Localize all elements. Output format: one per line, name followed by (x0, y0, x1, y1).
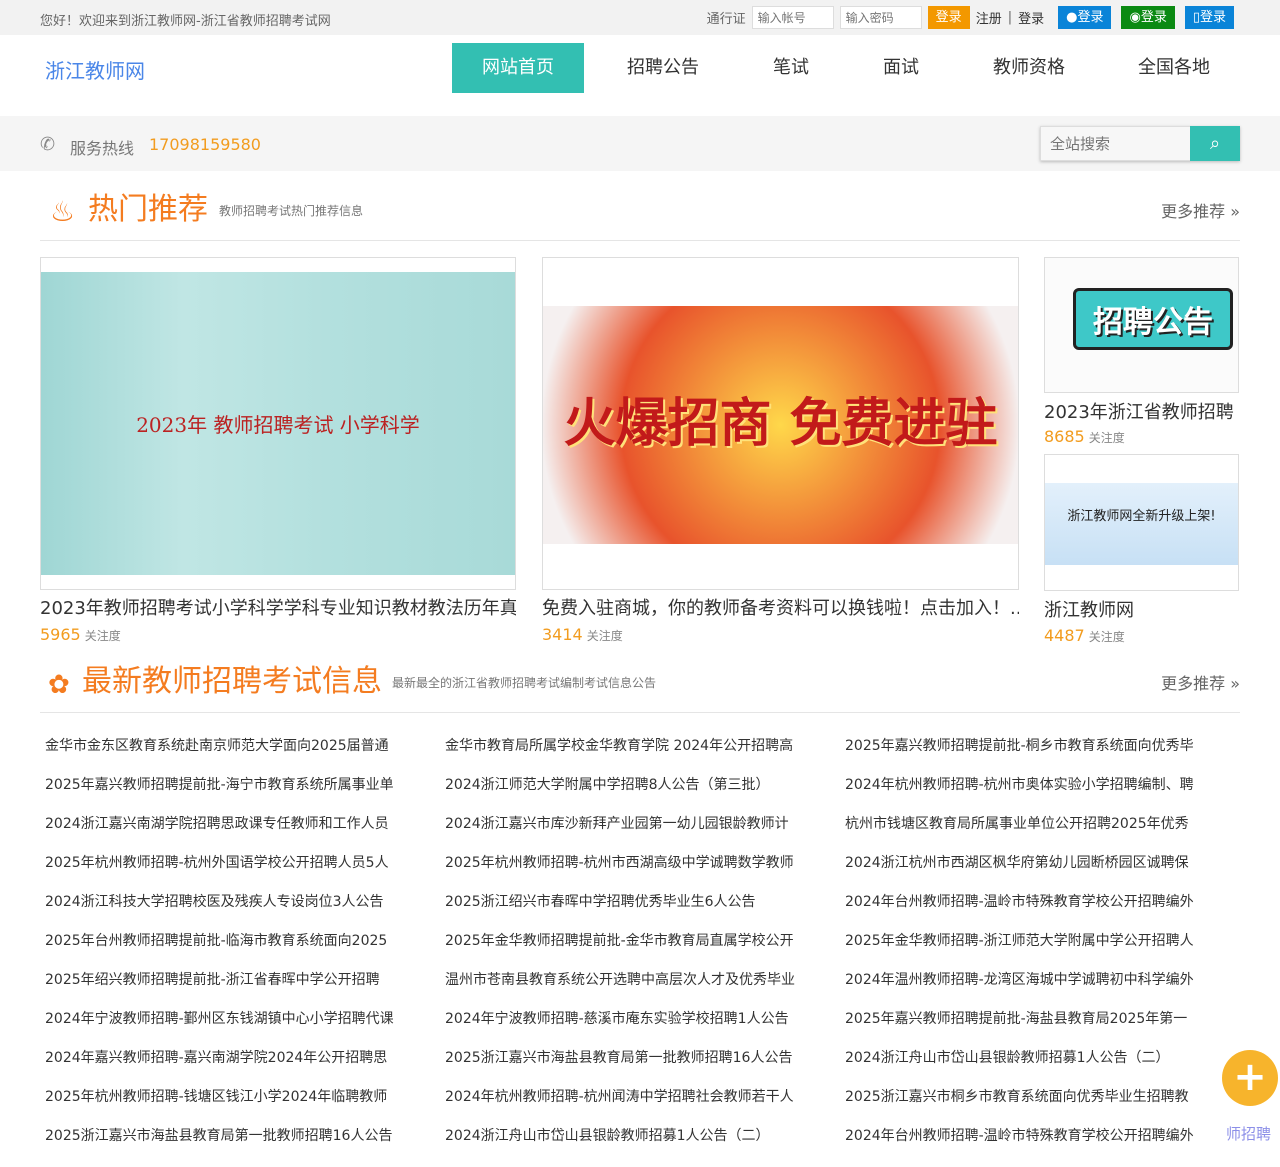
login-link[interactable]: 登录 (1018, 8, 1044, 27)
hot-card-image-1[interactable]: 2023年 教师招聘考试 小学科学 (40, 257, 516, 590)
list-item[interactable]: 2024浙江师范大学附属中学招聘8人公告（第三批） (445, 774, 800, 813)
list-item[interactable]: 金华市教育局所属学校金华教育学院 2024年公开招聘高 (445, 735, 800, 774)
register-link[interactable]: 注册 (976, 8, 1002, 27)
plus-icon: + (1233, 1054, 1267, 1100)
main-nav: 网站首页 招聘公告 笔试 面试 教师资格 全国各地 (452, 43, 1252, 93)
nav-home[interactable]: 网站首页 (452, 43, 584, 93)
service-bar: ✆ 服务热线 17098159580 ⌕ (0, 116, 1280, 171)
nav-recruitment[interactable]: 招聘公告 (584, 43, 742, 93)
latest-more-link[interactable]: 更多推荐 » (1161, 670, 1240, 694)
hot-card-title[interactable]: 浙江教师网 (1044, 596, 1240, 622)
list-item[interactable]: 2024浙江嘉兴市库沙新拜产业园第一幼儿园银龄教师计 (445, 813, 800, 852)
password-input[interactable] (839, 6, 922, 29)
hot-card-count: 5965 关注度 (40, 625, 121, 644)
nav-nationwide[interactable]: 全国各地 (1096, 43, 1252, 93)
hotline-number: 17098159580 (149, 135, 261, 154)
list-item[interactable]: 2024年杭州教师招聘-杭州闻涛中学招聘社会教师若干人 (445, 1086, 800, 1125)
search-button[interactable]: ⌕ (1190, 126, 1240, 161)
hot-card-count: 8685 关注度 (1044, 427, 1125, 446)
list-item[interactable]: 2024年台州教师招聘-温岭市特殊教育学校公开招聘编外 (845, 1125, 1200, 1164)
list-item[interactable]: 2025年杭州教师招聘-杭州外国语学校公开招聘人员5人 (45, 852, 400, 891)
search-input[interactable] (1040, 126, 1190, 161)
list-item[interactable]: 2025年杭州教师招聘-杭州市西湖高级中学诚聘数学教师 (445, 852, 800, 891)
list-item[interactable]: 金华市金东区教育系统赴南京师范大学面向2025届普通 (45, 735, 400, 774)
hot-section-header: ♨ 热门推荐 教师招聘考试热门推荐信息 更多推荐 » (40, 180, 1240, 241)
list-item[interactable]: 2024年台州教师招聘-温岭市特殊教育学校公开招聘编外 (845, 891, 1200, 930)
wechat-login-button[interactable]: ◉登录 (1121, 6, 1175, 29)
latest-title: 最新教师招聘考试信息 (82, 664, 382, 699)
list-item[interactable]: 2025浙江嘉兴市海盐县教育局第一批教师招聘16人公告 (445, 1047, 800, 1086)
list-item[interactable]: 2025年嘉兴教师招聘提前批-海宁市教育系统所属事业单 (45, 774, 400, 813)
search-icon: ⌕ (1209, 133, 1221, 153)
list-item[interactable]: 2024年宁波教师招聘-鄞州区东钱湖镇中心小学招聘代课 (45, 1008, 400, 1047)
wechat-icon: ◉ (1129, 10, 1141, 25)
latest-list: 金华市金东区教育系统赴南京师范大学面向2025届普通 金华市教育局所属学校金华教育… (45, 735, 1245, 1164)
upgrade-banner-image: 浙江教师网全新升级上架! (1045, 483, 1238, 565)
float-label[interactable]: 师招聘 (1226, 1123, 1271, 1144)
qq-login-button[interactable]: ●登录 (1058, 6, 1112, 29)
hot-card-title[interactable]: 2023年教师招聘考试小学科学学科专业知识教材教法历年真 (40, 594, 516, 620)
hot-title: 热门推荐 (88, 192, 208, 227)
list-item[interactable]: 2024浙江嘉兴南湖学院招聘思政课专任教师和工作人员 (45, 813, 400, 852)
list-item[interactable]: 2025浙江绍兴市春晖中学招聘优秀毕业生6人公告 (445, 891, 800, 930)
list-item[interactable]: 2024年杭州教师招聘-杭州市奥体实验小学招聘编制、聘 (845, 774, 1200, 813)
nav-written-exam[interactable]: 笔试 (742, 43, 840, 93)
list-item[interactable]: 2024浙江杭州市西湖区枫华府第幼儿园断桥园区诚聘保 (845, 852, 1200, 891)
flame-icon: ♨ (50, 195, 76, 228)
login-button[interactable]: 登录 (927, 6, 970, 29)
list-item[interactable]: 2025年杭州教师招聘-钱塘区钱江小学2024年临聘教师 (45, 1086, 400, 1125)
mobile-login-button[interactable]: ▯登录 (1184, 6, 1234, 29)
hot-card-title[interactable]: 2023年浙江省教师招聘 (1044, 398, 1240, 424)
list-item[interactable]: 2024浙江舟山市岱山县银龄教师招募1人公告（二） (845, 1047, 1200, 1086)
list-item[interactable]: 2024年宁波教师招聘-慈溪市庵东实验学校招聘1人公告 (445, 1008, 800, 1047)
account-input[interactable] (751, 6, 834, 29)
list-item[interactable]: 2025年绍兴教师招聘提前批-浙江省春晖中学公开招聘 (45, 969, 400, 1008)
flower-icon: ✿ (48, 670, 70, 700)
header: 浙江教师网 网站首页 招聘公告 笔试 面试 教师资格 全国各地 (0, 35, 1280, 116)
hot-card-count: 3414 关注度 (542, 625, 623, 644)
float-add-button[interactable]: + (1222, 1050, 1278, 1106)
welcome-text: 您好！欢迎来到浙江教师网-浙江省教师招聘考试网 (40, 14, 331, 29)
recruitment-banner-image: 招聘公告 (1073, 288, 1233, 350)
list-item[interactable]: 杭州市钱塘区教育局所属事业单位公开招聘2025年优秀 (845, 813, 1200, 852)
list-item[interactable]: 2024浙江舟山市岱山县银龄教师招募1人公告（二） (445, 1125, 800, 1164)
latest-subtitle: 最新最全的浙江省教师招聘考试编制考试信息公告 (392, 676, 657, 690)
top-bar: 您好！欢迎来到浙江教师网-浙江省教师招聘考试网 通行证 登录 注册 | 登录 ●… (0, 0, 1280, 35)
qq-icon: ● (1066, 10, 1078, 25)
list-item[interactable]: 2025年台州教师招聘提前批-临海市教育系统面向2025 (45, 930, 400, 969)
promo-image: 火爆招商 免费进驻 (543, 306, 1018, 544)
mobile-icon: ▯ (1192, 10, 1200, 25)
list-item[interactable]: 2025年嘉兴教师招聘提前批-海盐县教育局2025年第一 (845, 1008, 1200, 1047)
list-item[interactable]: 2025年金华教师招聘提前批-金华市教育局直属学校公开 (445, 930, 800, 969)
hot-card-title[interactable]: 免费入驻商城，你的教师备考资料可以换钱啦！点击加入！.. (542, 594, 1019, 620)
hot-card-image-4[interactable]: 浙江教师网全新升级上架! (1044, 454, 1239, 591)
list-item[interactable]: 温州市苍南县教育系统公开选聘中高层次人才及优秀毕业 (445, 969, 800, 1008)
hotline-label: 服务热线 (70, 139, 135, 158)
hot-card-image-2[interactable]: 火爆招商 免费进驻 (542, 257, 1019, 590)
hot-subtitle: 教师招聘考试热门推荐信息 (219, 204, 364, 218)
book-image: 2023年 教师招聘考试 小学科学 (41, 272, 515, 575)
list-item[interactable]: 2025浙江嘉兴市桐乡市教育系统面向优秀毕业生招聘教 (845, 1086, 1200, 1125)
list-item[interactable]: 2024年温州教师招聘-龙湾区海城中学诚聘初中科学编外 (845, 969, 1200, 1008)
list-item[interactable]: 2025浙江嘉兴市海盐县教育局第一批教师招聘16人公告 (45, 1125, 400, 1164)
site-search: ⌕ (1040, 126, 1240, 161)
hot-card-image-3[interactable]: 招聘公告 (1044, 257, 1239, 393)
list-item[interactable]: 2024年嘉兴教师招聘-嘉兴南湖学院2024年公开招聘思 (45, 1047, 400, 1086)
hot-card-count: 4487 关注度 (1044, 626, 1125, 645)
site-logo[interactable]: 浙江教师网 (45, 55, 145, 84)
latest-section-header: ✿ 最新教师招聘考试信息 最新最全的浙江省教师招聘考试编制考试信息公告 更多推荐… (40, 650, 1240, 713)
hot-more-link[interactable]: 更多推荐 » (1161, 198, 1240, 222)
nav-teacher-qualification[interactable]: 教师资格 (962, 43, 1096, 93)
separator: | (1007, 10, 1013, 25)
passport-label: 通行证 (706, 12, 746, 27)
phone-icon: ✆ (40, 134, 56, 155)
list-item[interactable]: 2025年嘉兴教师招聘提前批-桐乡市教育系统面向优秀毕 (845, 735, 1200, 774)
nav-interview[interactable]: 面试 (840, 43, 962, 93)
list-item[interactable]: 2025年金华教师招聘-浙江师范大学附属中学公开招聘人 (845, 930, 1200, 969)
list-item[interactable]: 2024浙江科技大学招聘校医及残疾人专设岗位3人公告 (45, 891, 400, 930)
